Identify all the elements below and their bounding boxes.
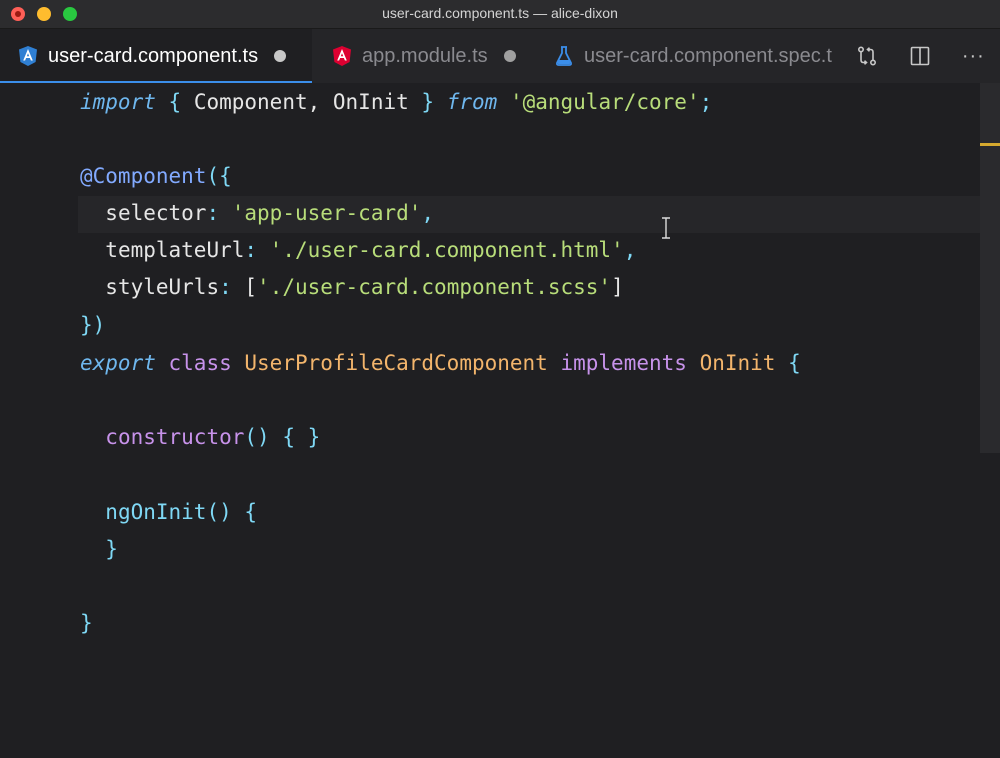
code-line-1: import { Component, OnInit } from '@angu… bbox=[80, 90, 713, 114]
tab-bar: user-card.component.ts app.module.ts use… bbox=[0, 29, 1000, 83]
tab-user-card-component-spec[interactable]: user-card.component.spec.t bbox=[534, 29, 840, 83]
code-line-12: ngOnInit() { bbox=[105, 500, 258, 524]
unsaved-dot-icon bbox=[503, 50, 516, 62]
tab-label: app.module.ts bbox=[362, 44, 488, 67]
code-line-5: templateUrl: './user-card.component.html… bbox=[105, 238, 637, 262]
angular-a-icon bbox=[18, 45, 38, 67]
code-editor[interactable]: import { Component, OnInit } from '@angu… bbox=[0, 83, 1000, 758]
window-title: user-card.component.ts — alice-dixon bbox=[382, 5, 618, 21]
tab-label: user-card.component.spec.t bbox=[584, 44, 832, 67]
vertical-scrollbar[interactable] bbox=[980, 83, 1000, 453]
tab-app-module-ts[interactable]: app.module.ts bbox=[312, 29, 534, 83]
code-line-6: styleUrls: ['./user-card.component.scss'… bbox=[105, 275, 624, 299]
unsaved-dot-icon bbox=[274, 50, 287, 62]
editor-actions: ··· bbox=[840, 29, 1000, 83]
code-line-10: constructor() { } bbox=[105, 425, 321, 449]
title-bar: user-card.component.ts — alice-dixon bbox=[0, 0, 1000, 29]
angular-shield-icon bbox=[332, 45, 352, 67]
code-line-15: } bbox=[80, 611, 93, 635]
code-line-3: @Component({ bbox=[80, 164, 232, 188]
editor-window: user-card.component.ts — alice-dixon use… bbox=[0, 0, 1000, 758]
code-line-8: export class UserProfileCardComponent im… bbox=[80, 351, 801, 375]
code-line-13: } bbox=[105, 537, 118, 561]
code-line-7: }) bbox=[80, 313, 106, 337]
split-editor-icon[interactable] bbox=[906, 42, 934, 70]
source-control-compare-icon[interactable] bbox=[853, 42, 881, 70]
scrollbar-marker bbox=[980, 143, 1000, 146]
text-cursor-icon bbox=[660, 217, 672, 239]
tab-user-card-component-ts[interactable]: user-card.component.ts bbox=[0, 29, 312, 83]
more-actions-icon[interactable]: ··· bbox=[959, 42, 987, 70]
flask-icon bbox=[554, 45, 574, 67]
tab-label: user-card.component.ts bbox=[48, 44, 259, 67]
code-line-4: selector: 'app-user-card', bbox=[105, 201, 435, 225]
